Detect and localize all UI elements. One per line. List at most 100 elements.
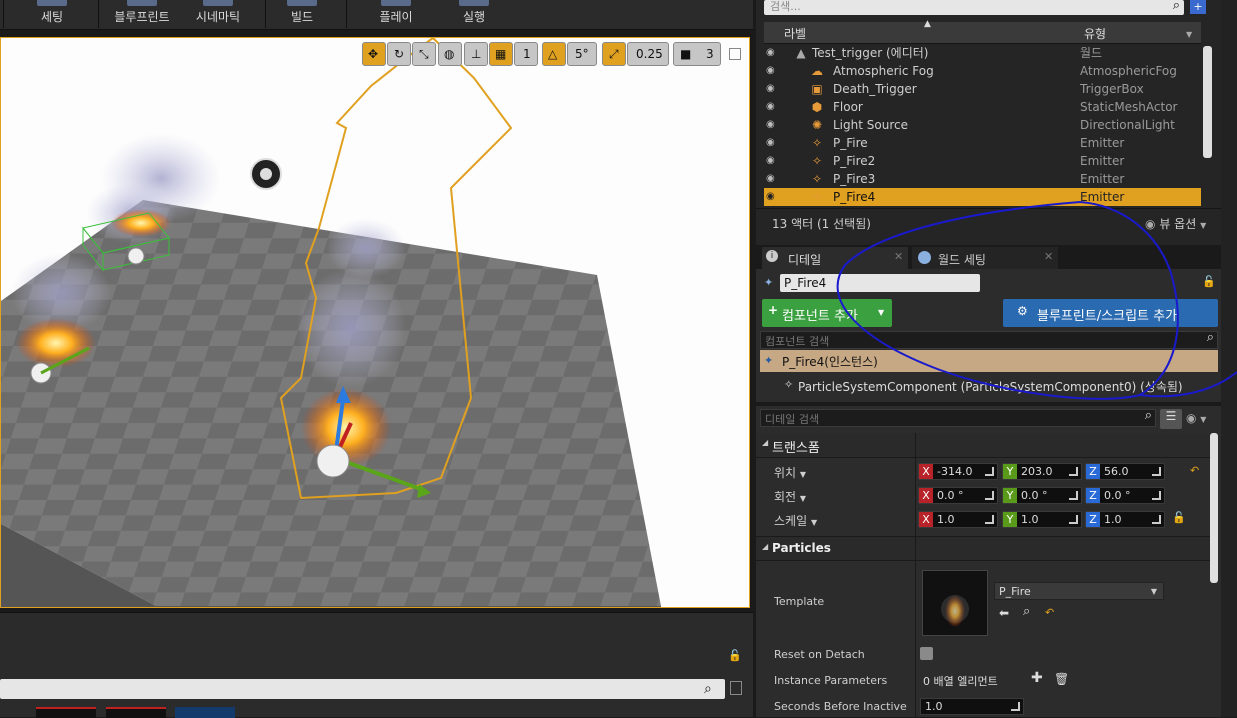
component-tree-particle[interactable]: ✧ ParticleSystemComponent (ParticleSyste… (760, 375, 1218, 397)
visibility-filter-icon[interactable]: ◉ ▼ (1186, 411, 1206, 425)
reset-to-default-icon[interactable]: ↶ (1190, 464, 1199, 477)
asset-search-input[interactable] (0, 679, 725, 699)
instance-params-label: Instance Parameters (774, 674, 888, 687)
rotation-z-field[interactable]: Z 0.0 ° (1085, 487, 1165, 504)
settings-button[interactable]: 세팅 (22, 0, 82, 30)
seconds-before-inactive-field[interactable]: 1.0 (920, 698, 1024, 715)
transform-header-label: 트랜스폼 (772, 441, 820, 456)
visibility-eye-icon[interactable]: ◉ (766, 191, 780, 202)
add-blueprint-button[interactable]: ⚙ 블루프린트/스크립트 추가 (1003, 299, 1218, 327)
detail-search-input[interactable]: 디테일 검색 ⌕ (760, 408, 1156, 427)
template-combo[interactable]: P_Fire ▼ (994, 582, 1164, 600)
lock-icon[interactable]: 🔓 (1202, 275, 1216, 288)
play-button[interactable]: 플레이 (364, 0, 428, 30)
location-y-field[interactable]: Y 203.0 (1002, 463, 1082, 480)
scale-y-field[interactable]: Y 1.0 (1002, 511, 1082, 528)
close-icon[interactable]: ✕ (1044, 250, 1053, 263)
visibility-eye-icon[interactable]: ◉ (766, 155, 780, 166)
component-tree-instance[interactable]: ✦ P_Fire4(인스턴스) (760, 350, 1218, 372)
camera-speed-button[interactable]: ■ 3 (673, 42, 721, 66)
cinematics-button[interactable]: 시네마틱 (186, 0, 250, 30)
save-icon[interactable] (730, 681, 742, 695)
rotation-snap-value[interactable]: 5° (567, 42, 597, 66)
grid-snap-value[interactable]: 1 (514, 42, 538, 66)
maximize-viewport-icon[interactable] (729, 48, 741, 60)
actor-name-input[interactable]: P_Fire4 (780, 274, 980, 292)
outliner-scrollbar[interactable] (1203, 46, 1212, 158)
outliner-row[interactable]: ◉ ✧ P_Fire4 Emitter (764, 188, 1201, 206)
search-icon[interactable]: ⌕ (1207, 330, 1214, 345)
column-dropdown-icon[interactable]: ▼ (1186, 30, 1192, 39)
trash-icon[interactable]: 🗑 (1054, 672, 1069, 686)
world-local-toggle[interactable]: ◍ (438, 42, 462, 66)
rotation-label[interactable]: 회전 ▼ (774, 488, 806, 505)
scale-snap-toggle[interactable]: ⤢ (602, 42, 626, 66)
scale-z-field[interactable]: Z 1.0 (1085, 511, 1165, 528)
surface-snap-toggle[interactable]: ⊥ (464, 42, 488, 66)
rotation-x-field[interactable]: X 0.0 ° (918, 487, 998, 504)
visibility-eye-icon[interactable]: ◉ (766, 83, 780, 94)
rotate-icon: ↻ (394, 47, 405, 61)
asset-thumbnail[interactable] (175, 707, 235, 718)
visibility-eye-icon[interactable]: ◉ (766, 173, 780, 184)
outliner-row[interactable]: ◉ ▣ Death_Trigger TriggerBox (764, 80, 1201, 98)
grid-snap-toggle[interactable]: ▦ (489, 42, 513, 66)
blueprints-button[interactable]: 블루프린트 (108, 0, 176, 30)
search-icon[interactable]: ⌕ (1145, 408, 1152, 423)
asset-thumbnail[interactable] (106, 707, 166, 718)
translate-tool[interactable]: ✥ (362, 42, 386, 66)
browse-icon[interactable]: ⌕ (1023, 604, 1030, 619)
rotation-snap-toggle[interactable]: △ (542, 42, 566, 66)
lock-icon[interactable]: 🔓 (728, 649, 742, 663)
tab-world-settings[interactable]: 월드 세팅 ✕ (912, 247, 1058, 269)
visibility-eye-icon[interactable]: ◉ (766, 119, 780, 130)
particles-section-header[interactable]: ◢ Particles (756, 536, 1211, 561)
visibility-eye-icon[interactable]: ◉ (766, 137, 780, 148)
tab-details[interactable]: i 디테일 ✕ (762, 247, 908, 269)
search-icon[interactable]: ⌕ (1173, 0, 1180, 13)
level-viewport[interactable]: ✥ ↻ ⤡ ◍ ⊥ ▦ 1 △ 5° ⤢ 0.25 ■ 3 (0, 37, 750, 608)
launch-button[interactable]: 실행 (444, 0, 504, 30)
add-component-button[interactable]: + 컴포넌트 추가 ▼ (762, 299, 892, 327)
location-x-field[interactable]: X -314.0 (918, 463, 998, 480)
template-thumbnail[interactable] (922, 570, 988, 636)
x-axis-badge: X (919, 512, 933, 527)
scale-tool[interactable]: ⤡ (412, 42, 436, 66)
add-folder-icon[interactable]: + (1190, 0, 1206, 14)
view-options-button[interactable]: ◉ 뷰 옵션 ▼ (1145, 215, 1206, 232)
outliner-row[interactable]: ◉ ✧ P_Fire3 Emitter (764, 170, 1201, 188)
outliner-row[interactable]: ◉ ✧ P_Fire2 Emitter (764, 152, 1201, 170)
search-icon[interactable]: ⌕ (704, 681, 720, 697)
visibility-eye-icon[interactable]: ◉ (766, 65, 780, 76)
build-button[interactable]: 빌드 (272, 0, 332, 30)
column-type[interactable]: 유형 (1084, 25, 1106, 42)
location-label[interactable]: 위치 ▼ (774, 464, 806, 481)
visibility-eye-icon[interactable]: ◉ (766, 47, 780, 58)
outliner-row[interactable]: ◉ ⬢ Floor StaticMeshActor (764, 98, 1201, 116)
visibility-eye-icon[interactable]: ◉ (766, 101, 780, 112)
outliner-row[interactable]: ◉ ✺ Light Source DirectionalLight (764, 116, 1201, 134)
outliner-row[interactable]: ◉ ✧ P_Fire Emitter (764, 134, 1201, 152)
reset-on-detach-checkbox[interactable] (920, 647, 933, 660)
location-z-field[interactable]: Z 56.0 (1085, 463, 1165, 480)
details-scrollbar[interactable] (1210, 433, 1218, 583)
column-label[interactable]: 라벨 (784, 25, 806, 42)
outliner-row[interactable]: ◉ ▲ Test_trigger (에디터) 월드 (764, 44, 1201, 62)
rotation-y-field[interactable]: Y 0.0 ° (1002, 487, 1082, 504)
scale-x-field[interactable]: X 1.0 (918, 511, 998, 528)
rotate-tool[interactable]: ↻ (387, 42, 411, 66)
scale-label[interactable]: 스케일 ▼ (774, 512, 817, 529)
component-search-input[interactable]: 컴포넌트 검색 ⌕ (760, 330, 1218, 349)
lock-icon[interactable]: 🔓 (1172, 511, 1186, 524)
scale-snap-value[interactable]: 0.25 (627, 42, 669, 66)
add-element-icon[interactable]: ✚ (1031, 670, 1043, 686)
close-icon[interactable]: ✕ (894, 250, 903, 263)
right-panels: 검색... ⌕ + 라벨 ▲ 유형 ▼ ◉ ▲ Test_trigger (에디터)… (756, 0, 1237, 717)
use-selected-icon[interactable]: ⬅ (999, 606, 1009, 620)
outliner-row[interactable]: ◉ ☁ Atmospheric Fog AtmosphericFog (764, 62, 1201, 80)
asset-thumbnail[interactable] (36, 707, 96, 718)
property-matrix-icon[interactable]: ☰ (1160, 409, 1182, 429)
outliner-search-input[interactable]: 검색... ⌕ (764, 0, 1184, 15)
reset-to-default-icon[interactable]: ↶ (1045, 606, 1054, 619)
transform-section-header[interactable]: ◢ 트랜스폼 (756, 433, 1211, 458)
